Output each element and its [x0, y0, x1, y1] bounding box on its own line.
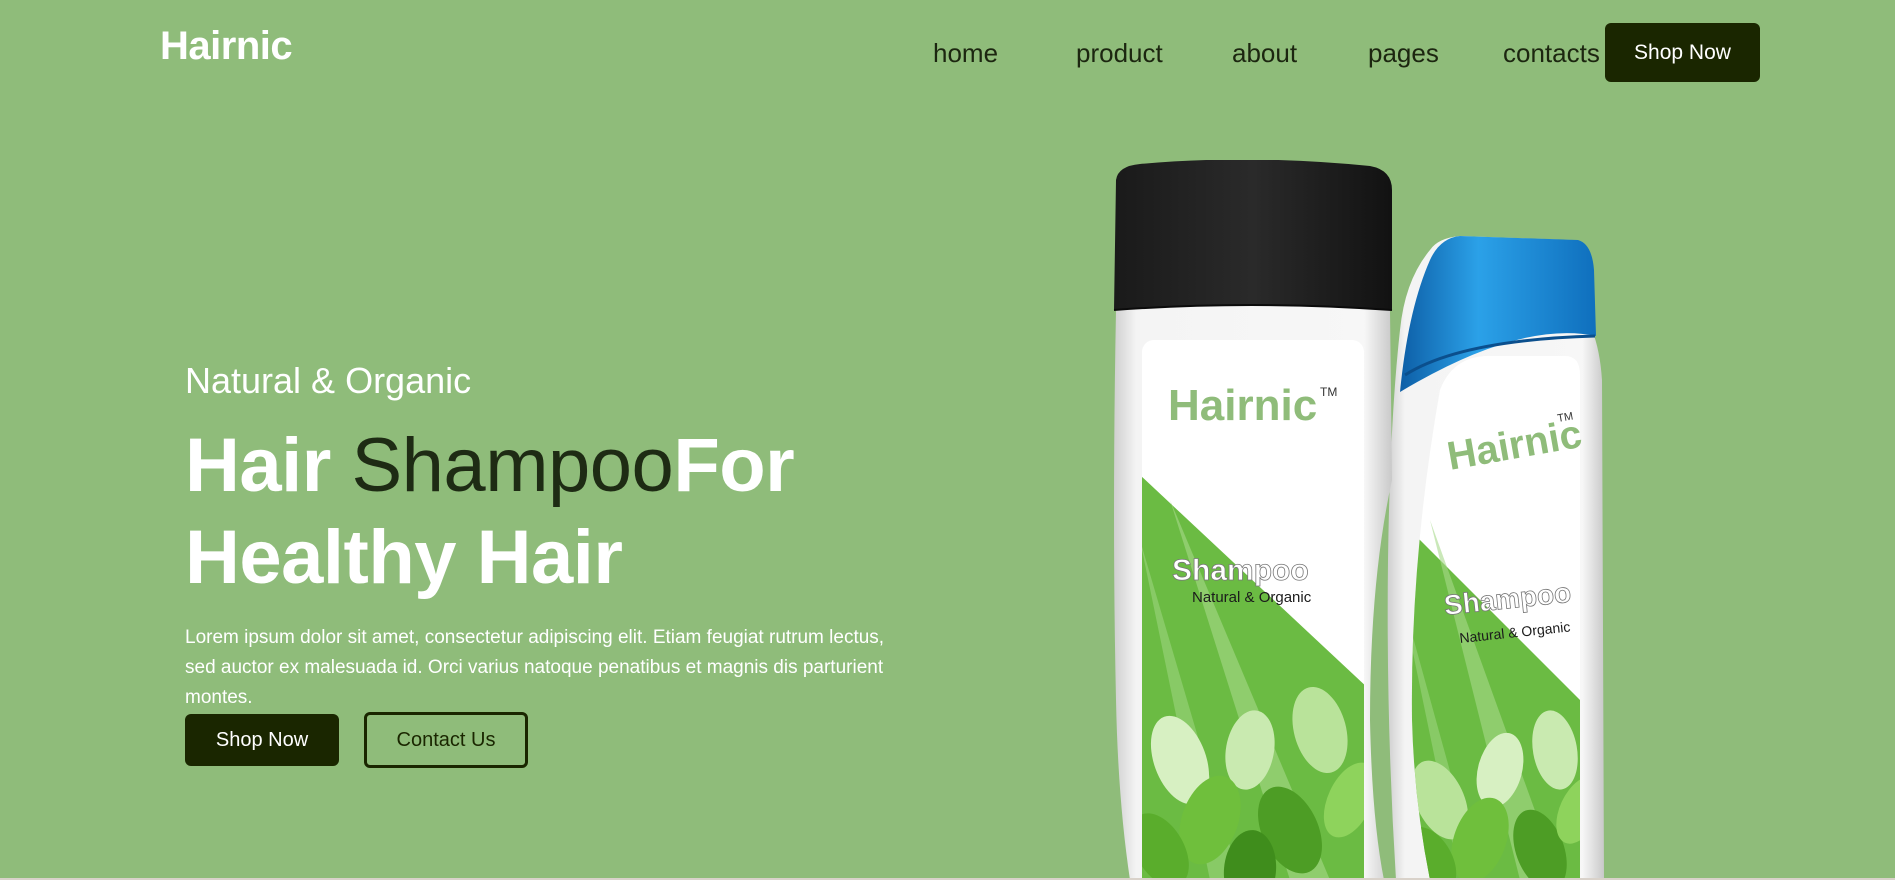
nav-contacts[interactable]: contacts	[1503, 38, 1600, 69]
blue-cap-bottle: Hairnic TM Shampoo Natural & Organic	[1387, 236, 1604, 880]
hero-headline: Hair ShampooFor Healthy Hair	[185, 420, 905, 604]
black-cap-bottle: Hairnic TM Shampoo Natural & Organic	[1113, 160, 1393, 880]
hero-kicker: Natural & Organic	[185, 360, 472, 401]
headline-line-2: Healthy Hair	[185, 515, 623, 600]
headline-bold-part-2: For	[673, 423, 795, 508]
hero-contact-us-button[interactable]: Contact Us	[364, 712, 528, 768]
landing-page: Hairnic home product about pages contact…	[0, 0, 1895, 880]
nav-product[interactable]: product	[1076, 38, 1163, 69]
front-bottle-product-name: Shampoo	[1172, 554, 1309, 587]
shampoo-bottles-image: Hairnic TM Shampoo Natural & Organic Hai…	[1113, 160, 1604, 880]
site-logo[interactable]: Hairnic	[160, 24, 293, 69]
front-bottle-tagline: Natural & Organic	[1192, 589, 1312, 606]
front-bottle-tm: TM	[1320, 385, 1337, 399]
nav-about[interactable]: about	[1232, 38, 1297, 69]
hero-description: Lorem ipsum dolor sit amet, consectetur …	[185, 627, 885, 708]
header-shop-now-button[interactable]: Shop Now	[1605, 23, 1760, 82]
hero-shop-now-button[interactable]: Shop Now	[185, 714, 339, 766]
nav-pages[interactable]: pages	[1368, 38, 1439, 69]
headline-light-part: Shampoo	[351, 423, 674, 508]
headline-bold-part: Hair	[185, 423, 352, 508]
front-bottle-brand: Hairnic	[1168, 381, 1317, 430]
nav-home[interactable]: home	[933, 38, 998, 69]
